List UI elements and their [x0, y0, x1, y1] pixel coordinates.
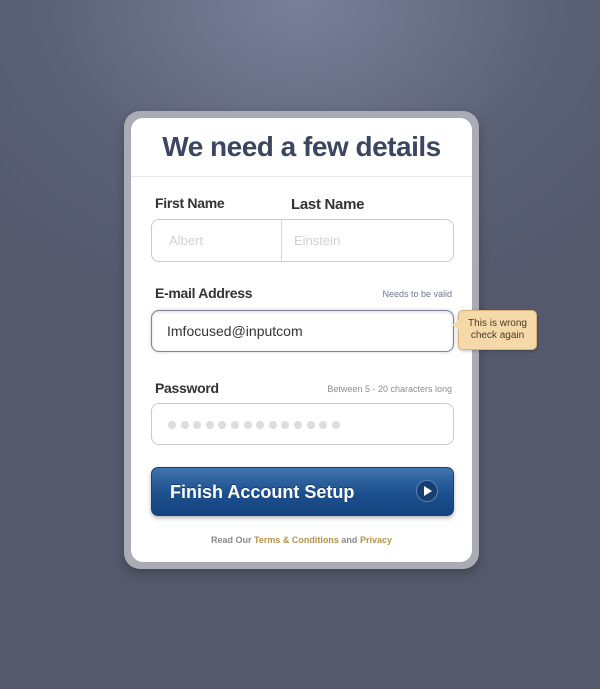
tooltip-line: check again [470, 330, 525, 341]
footer-text: Read Our Terms & Conditions and Privacy [131, 535, 472, 545]
footer-prefix: Read Our [211, 535, 252, 545]
password-dot [205, 421, 214, 429]
password-dot [193, 421, 202, 429]
finish-setup-button[interactable]: Finish Account Setup [151, 467, 454, 516]
first-name-input[interactable]: Albert [152, 220, 282, 261]
password-dot [306, 421, 315, 429]
password-mask [168, 421, 340, 429]
page-title: We need a few details [162, 131, 441, 162]
password-hint: Between 5 - 20 characters long [327, 384, 452, 394]
password-dot [319, 421, 328, 429]
password-dot [293, 421, 302, 429]
password-dot [268, 421, 277, 429]
password-label: Password [155, 380, 219, 396]
play-arrow-icon [416, 480, 438, 502]
divider [131, 176, 472, 177]
tooltip-line: This is wrong [468, 318, 527, 329]
password-dot [256, 421, 265, 429]
password-dot [180, 421, 189, 429]
email-input[interactable]: Imfocused@inputcom [151, 310, 454, 352]
error-tooltip: This is wrong check again [458, 310, 537, 350]
password-dot [281, 421, 290, 429]
password-dot [230, 421, 239, 429]
password-dot [243, 421, 252, 429]
email-label: E-mail Address [155, 285, 253, 301]
tooltip-arrow [452, 320, 459, 330]
email-hint: Needs to be valid [382, 289, 452, 299]
button-label: Finish Account Setup [170, 482, 355, 502]
privacy-link[interactable]: Privacy [360, 535, 392, 545]
password-input[interactable] [151, 403, 454, 445]
last-name-label: Last Name [291, 196, 365, 213]
terms-link[interactable]: Terms & Conditions [254, 535, 339, 545]
footer-and: and [341, 535, 358, 545]
first-name-label: First Name [155, 195, 225, 211]
last-name-input[interactable]: Einstein [282, 220, 453, 261]
password-dot [331, 421, 340, 429]
password-dot [218, 421, 227, 429]
name-fields: Albert Einstein [151, 219, 454, 262]
password-dot [168, 421, 176, 429]
